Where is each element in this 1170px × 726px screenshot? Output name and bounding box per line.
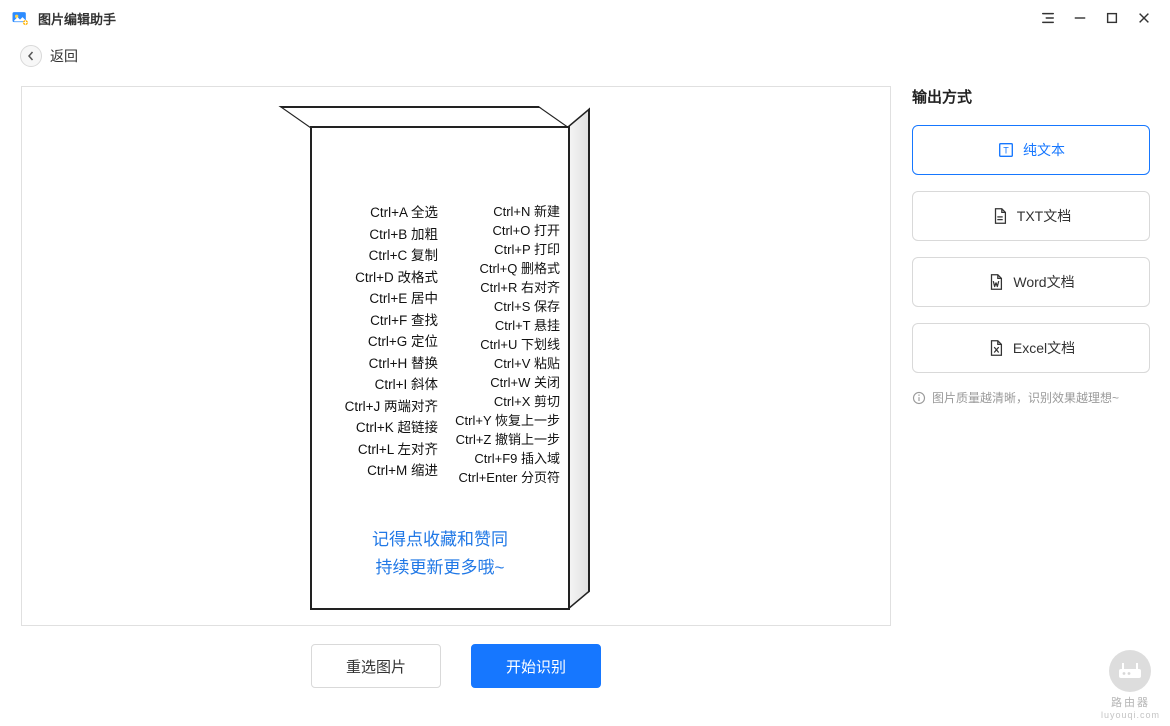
shortcut-item: Ctrl+R 右对齐 [480, 278, 560, 297]
output-option-3[interactable]: Excel文档 [912, 323, 1150, 373]
preview-footer-line1: 记得点收藏和赞同 [310, 526, 570, 554]
action-row: 重选图片 开始识别 [311, 644, 601, 688]
preview-footer: 记得点收藏和赞同 持续更新更多哦~ [310, 526, 570, 582]
shortcut-item: Ctrl+U 下划线 [480, 335, 560, 354]
shortcut-item: Ctrl+T 悬挂 [495, 316, 560, 335]
output-option-label: Word文档 [1013, 272, 1074, 292]
preview-footer-line2: 持续更新更多哦~ [310, 554, 570, 582]
content: Ctrl+A 全选Ctrl+B 加粗Ctrl+C 复制Ctrl+D 改格式Ctr… [0, 76, 1170, 688]
titlebar: 图片编辑助手 [0, 0, 1170, 36]
maximize-button[interactable] [1096, 4, 1128, 32]
hint-text: 图片质量越清晰，识别效果越理想~ [932, 389, 1119, 406]
toolbar: 返回 [0, 36, 1170, 76]
shortcut-item: Ctrl+Enter 分页符 [459, 468, 561, 487]
preview-column: Ctrl+A 全选Ctrl+B 加粗Ctrl+C 复制Ctrl+D 改格式Ctr… [20, 86, 892, 688]
shortcut-item: Ctrl+F9 插入域 [474, 449, 560, 468]
output-option-label: TXT文档 [1017, 206, 1071, 226]
shortcut-item: Ctrl+P 打印 [494, 240, 560, 259]
shortcut-list-right: Ctrl+N 新建Ctrl+O 打开Ctrl+P 打印Ctrl+Q 删格式Ctr… [438, 202, 564, 487]
shortcut-item: Ctrl+Z 撤销上一步 [456, 430, 560, 449]
file-txt-icon [991, 207, 1009, 225]
shortcut-item: Ctrl+B 加粗 [369, 224, 438, 246]
shortcut-item: Ctrl+Y 恢复上一步 [455, 411, 560, 430]
text-icon: T [997, 141, 1015, 159]
menu-button[interactable] [1032, 4, 1064, 32]
back-label: 返回 [50, 46, 78, 66]
output-option-0[interactable]: T 纯文本 [912, 125, 1150, 175]
shortcut-item: Ctrl+D 改格式 [355, 267, 438, 289]
shortcut-item: Ctrl+K 超链接 [356, 417, 438, 439]
shortcut-item: Ctrl+O 打开 [492, 221, 560, 240]
shortcut-list-left: Ctrl+A 全选Ctrl+B 加粗Ctrl+C 复制Ctrl+D 改格式Ctr… [318, 202, 438, 487]
output-options: T 纯文本 TXT文档 Word文档 Excel文档 [912, 125, 1150, 373]
shortcut-item: Ctrl+N 新建 [493, 202, 560, 221]
shortcut-item: Ctrl+G 定位 [368, 331, 438, 353]
app-icon [10, 8, 30, 28]
shortcut-item: Ctrl+S 保存 [494, 297, 560, 316]
output-option-2[interactable]: Word文档 [912, 257, 1150, 307]
shortcut-item: Ctrl+X 剪切 [494, 392, 560, 411]
shortcut-item: Ctrl+F 查找 [370, 310, 438, 332]
file-excel-icon [987, 339, 1005, 357]
output-option-label: Excel文档 [1013, 338, 1075, 358]
shortcut-item: Ctrl+C 复制 [369, 245, 438, 267]
hint: 图片质量越清晰，识别效果越理想~ [912, 389, 1150, 406]
shortcut-item: Ctrl+Q 删格式 [479, 259, 560, 278]
file-word-icon [987, 273, 1005, 291]
output-option-label: 纯文本 [1023, 140, 1065, 160]
shortcut-item: Ctrl+L 左对齐 [358, 439, 438, 461]
shortcut-item: Ctrl+J 两端对齐 [345, 396, 438, 418]
shortcut-item: Ctrl+A 全选 [370, 202, 438, 224]
image-preview: Ctrl+A 全选Ctrl+B 加粗Ctrl+C 复制Ctrl+D 改格式Ctr… [21, 86, 891, 626]
shortcut-item: Ctrl+H 替换 [369, 353, 438, 375]
preview-image: Ctrl+A 全选Ctrl+B 加粗Ctrl+C 复制Ctrl+D 改格式Ctr… [306, 96, 606, 616]
output-option-1[interactable]: TXT文档 [912, 191, 1150, 241]
shortcut-item: Ctrl+W 关闭 [490, 373, 560, 392]
minimize-button[interactable] [1064, 4, 1096, 32]
back-button[interactable] [20, 45, 42, 67]
side-panel: 输出方式 T 纯文本 TXT文档 Word文档 Excel文档 图片质量越清晰，识别效果… [912, 86, 1150, 688]
watermark-text: 路由器 [1111, 694, 1150, 710]
shortcut-item: Ctrl+I 斜体 [375, 374, 438, 396]
info-icon [912, 391, 926, 405]
app-title: 图片编辑助手 [38, 9, 116, 28]
watermark-sub: luyouqi.com [1101, 710, 1160, 720]
svg-text:T: T [1003, 146, 1009, 156]
shortcut-item: Ctrl+V 粘贴 [494, 354, 560, 373]
shortcut-item: Ctrl+M 缩进 [367, 460, 438, 482]
shortcut-item: Ctrl+E 居中 [369, 288, 438, 310]
close-button[interactable] [1128, 4, 1160, 32]
start-recognition-button[interactable]: 开始识别 [471, 644, 601, 688]
reselect-image-button[interactable]: 重选图片 [311, 644, 441, 688]
side-panel-title: 输出方式 [912, 86, 1150, 107]
